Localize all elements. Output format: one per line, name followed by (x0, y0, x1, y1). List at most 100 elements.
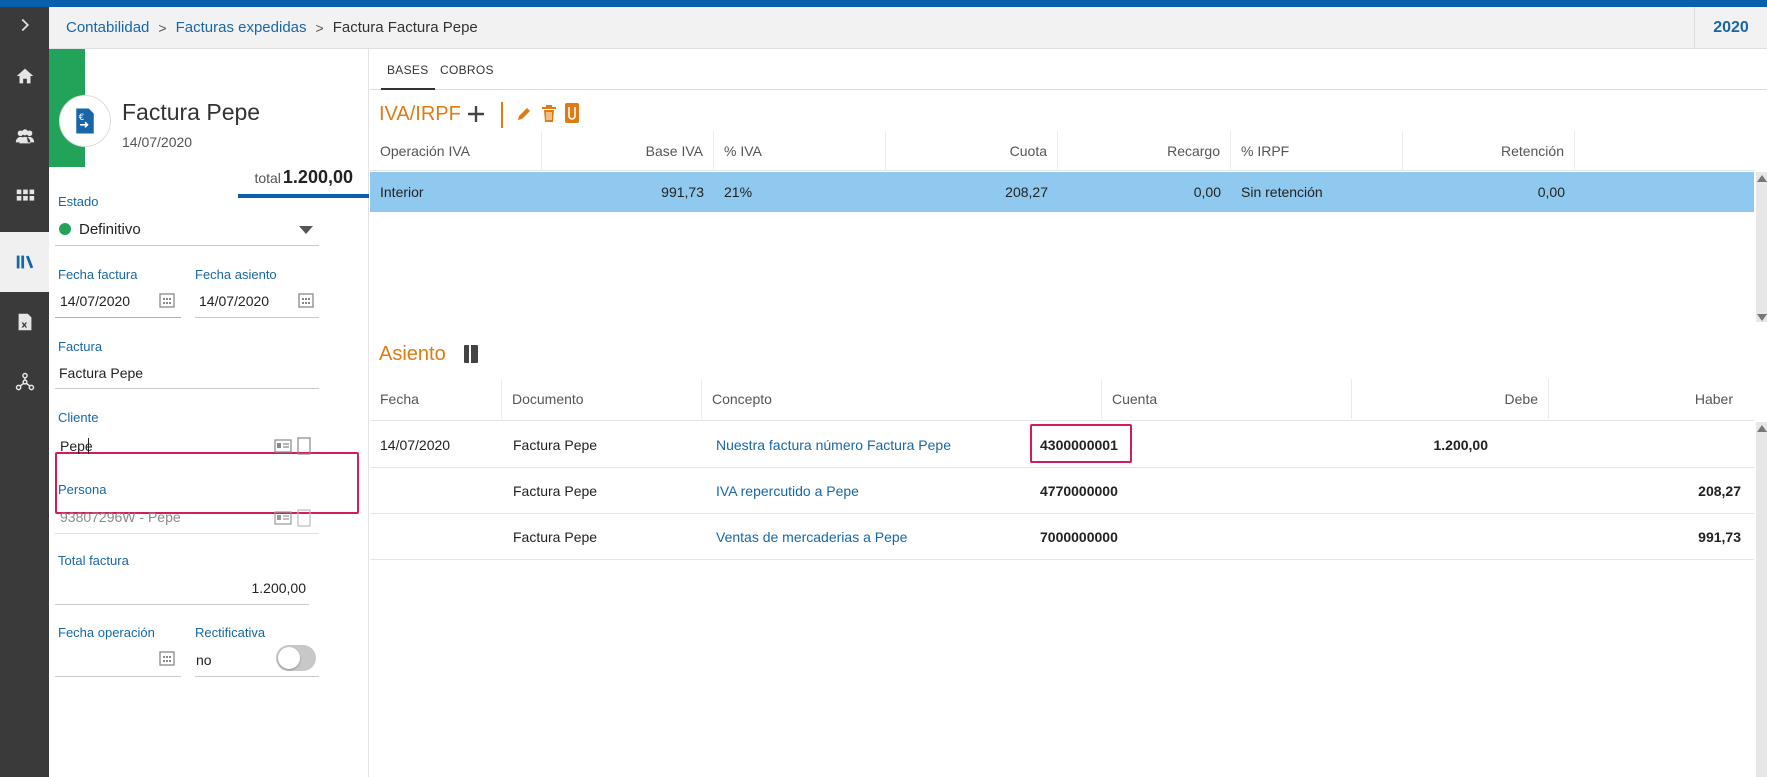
column-header[interactable]: Concepto (702, 379, 1102, 419)
cell-documento: Factura Pepe (513, 529, 598, 545)
breadcrumb: Contabilidad > Facturas expedidas > Fact… (49, 19, 478, 36)
cliente-label: Cliente (58, 410, 99, 425)
breadcrumb-link-facturas-expedidas[interactable]: Facturas expedidas (176, 19, 307, 36)
cell-documento: Factura Pepe (513, 437, 598, 453)
calendar-icon[interactable] (297, 291, 315, 309)
tab-bases[interactable]: BASES (381, 63, 435, 90)
rail-item-home[interactable] (0, 51, 49, 101)
breadcrumb-link-contabilidad[interactable]: Contabilidad (66, 19, 149, 36)
column-header[interactable]: Cuota (886, 131, 1058, 171)
table-row[interactable]: Factura Pepe IVA repercutido a Pepe 4770… (370, 468, 1754, 514)
table-row[interactable]: 14/07/2020 Factura Pepe Nuestra factura … (370, 422, 1754, 468)
cell-documento: Factura Pepe (513, 483, 598, 499)
column-header[interactable]: % IVA (714, 131, 886, 171)
cell-concepto-link[interactable]: IVA repercutido a Pepe (716, 468, 859, 514)
apps-grid-icon (16, 189, 34, 201)
rail-item-users[interactable] (0, 111, 49, 161)
column-header[interactable]: Fecha (370, 379, 502, 419)
contact-card-icon[interactable] (274, 439, 292, 453)
cell-irpf: Sin retención (1241, 184, 1323, 200)
fecha-factura-input[interactable]: 14/07/2020 (60, 293, 130, 309)
cell-operacion: Interior (380, 184, 424, 200)
cell-debe: 1.200,00 (1433, 437, 1489, 453)
delete-icon[interactable] (540, 104, 558, 124)
table-row[interactable]: Factura Pepe Ventas de mercaderias a Pep… (370, 514, 1754, 560)
rectificativa-value: no (196, 652, 212, 668)
asiento-scrollbar[interactable] (1756, 422, 1767, 777)
iva-scrollbar[interactable] (1756, 172, 1767, 322)
column-header[interactable]: Operación IVA (370, 131, 542, 171)
app-window: x Contabilidad > Facturas expedidas > Fa… (0, 0, 1767, 777)
add-icon[interactable] (466, 104, 486, 124)
calendar-icon[interactable] (158, 649, 176, 667)
column-header[interactable]: Recargo (1058, 131, 1231, 171)
rectificativa-label: Rectificativa (195, 625, 266, 640)
factura-label: Factura (58, 339, 103, 354)
fecha-operacion-label: Fecha operación (58, 625, 155, 640)
network-icon (15, 372, 34, 391)
column-header[interactable]: % IRPF (1231, 131, 1403, 171)
cell-retencion: 0,00 (1537, 184, 1565, 200)
rail-item-excel[interactable]: x (0, 297, 49, 347)
breadcrumb-bar: Contabilidad > Facturas expedidas > Fact… (49, 7, 1767, 49)
cell-haber (1550, 422, 1741, 468)
top-accent-bar (0, 0, 1767, 7)
column-header[interactable]: Base IVA (542, 131, 714, 171)
table-row[interactable]: Interior 991,73 21% 208,27 0,00 Sin rete… (370, 172, 1754, 212)
invoice-header-card: € Factura Pepe 14/07/2020 total 1.200,00 (49, 49, 369, 198)
users-icon (15, 129, 34, 144)
excel-file-icon: x (18, 313, 31, 331)
breadcrumb-current: Factura Factura Pepe (332, 19, 478, 36)
scroll-up-icon[interactable] (1757, 425, 1767, 432)
cell-concepto-link[interactable]: Ventas de mercaderias a Pepe (716, 514, 907, 560)
toolbar-separator (501, 102, 503, 128)
rail-expand-button[interactable] (0, 7, 49, 43)
cell-cuenta: 4770000000 (1040, 483, 1118, 499)
rectificativa-toggle[interactable] (276, 645, 316, 671)
chevron-down-icon[interactable] (299, 226, 313, 234)
year-selector[interactable]: 2020 (1694, 7, 1767, 49)
cell-haber: 208,27 (1698, 483, 1741, 499)
estado-underline (55, 245, 319, 246)
contact-card-icon (274, 511, 292, 525)
rail-item-apps[interactable] (0, 171, 49, 221)
scroll-up-icon[interactable] (1757, 175, 1767, 182)
factura-input[interactable]: Factura Pepe (59, 365, 143, 381)
cell-concepto-link[interactable]: Nuestra factura número Factura Pepe (716, 422, 951, 468)
cell-cuenta: 4300000001 (1040, 437, 1118, 453)
main-panel: BASES COBROS IVA/IRPF Operación IVA Base… (370, 49, 1767, 777)
book-icon[interactable] (463, 344, 479, 364)
column-header[interactable]: Cuenta (1102, 379, 1352, 419)
estado-select[interactable]: Definitivo (59, 221, 141, 238)
fecha-asiento-label: Fecha asiento (195, 267, 277, 282)
column-header[interactable]: Debe (1352, 379, 1549, 419)
status-dot (59, 223, 71, 235)
edit-icon[interactable] (515, 105, 533, 123)
library-icon (16, 255, 33, 269)
column-header[interactable]: Documento (502, 379, 702, 419)
column-header[interactable]: Retención (1403, 131, 1575, 171)
tab-cobros[interactable]: COBROS (440, 63, 494, 77)
cell-base: 991,73 (661, 184, 704, 200)
cell-fecha: 14/07/2020 (380, 437, 451, 453)
total-underline (238, 194, 369, 198)
svg-text:x: x (21, 320, 27, 331)
factura-underline (55, 388, 319, 389)
scroll-down-icon[interactable] (1757, 314, 1767, 321)
estado-label: Estado (58, 194, 99, 209)
fecha-factura-underline (55, 317, 181, 318)
breadcrumb-separator-icon: > (158, 19, 167, 36)
invoice-avatar: € (59, 95, 111, 147)
svg-text:€: € (79, 113, 85, 123)
document-icon[interactable] (297, 437, 311, 455)
attach-icon[interactable] (564, 102, 580, 124)
rail-item-network[interactable] (0, 357, 49, 407)
calendar-icon[interactable] (158, 291, 176, 309)
home-icon (16, 68, 33, 84)
fecha-asiento-input[interactable]: 14/07/2020 (199, 293, 269, 309)
persona-label: Persona (58, 482, 107, 497)
rail-item-library[interactable] (0, 232, 49, 292)
column-header[interactable]: Haber (1549, 379, 1743, 419)
total-factura-input[interactable]: 1.200,00 (252, 580, 307, 596)
rectificativa-underline (195, 676, 319, 677)
